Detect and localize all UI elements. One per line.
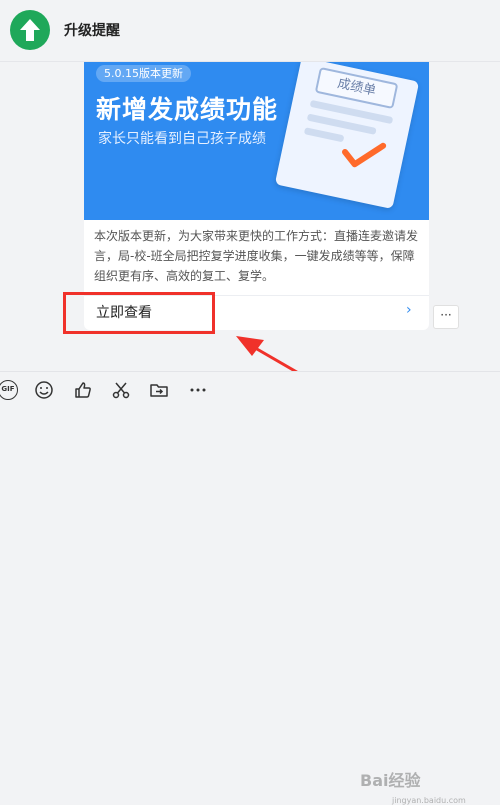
report-card-illustration: 成绩单	[274, 62, 420, 210]
more-icon[interactable]	[188, 380, 208, 400]
watermark: Bai经验	[360, 771, 421, 790]
version-badge: 5.0.15版本更新	[96, 65, 191, 82]
gif-icon[interactable]: GIF	[0, 380, 18, 400]
more-options-button[interactable]: ···	[433, 305, 459, 329]
message-toolbar: GIF Bai经验 jingyan.baidu.com	[0, 371, 500, 805]
update-banner: 5.0.15版本更新 新增发成绩功能 家长只能看到自己孩子成绩 成绩单	[84, 62, 429, 220]
banner-subtitle: 家长只能看到自己孩子成绩	[98, 131, 266, 147]
thumbs-up-icon[interactable]	[73, 380, 93, 400]
chevron-right-icon[interactable]: ›	[406, 302, 412, 318]
update-card[interactable]: 5.0.15版本更新 新增发成绩功能 家长只能看到自己孩子成绩 成绩单 本次版本…	[84, 62, 429, 330]
scissors-icon[interactable]	[111, 380, 131, 400]
emoji-icon[interactable]	[34, 380, 54, 400]
checkmark-icon	[342, 142, 387, 168]
highlight-box	[63, 292, 215, 334]
page-title: 升级提醒	[64, 23, 120, 39]
banner-title: 新增发成绩功能	[96, 95, 279, 124]
update-description: 本次版本更新，为大家带来更快的工作方式：直播连麦邀请发言，局-校-班全局把控复学…	[94, 229, 419, 283]
watermark-subtitle: jingyan.baidu.com	[392, 796, 466, 805]
illustration-line	[303, 127, 345, 143]
forward-icon[interactable]	[149, 380, 169, 400]
header-bar: 升级提醒	[0, 0, 500, 62]
upgrade-icon	[10, 10, 50, 50]
